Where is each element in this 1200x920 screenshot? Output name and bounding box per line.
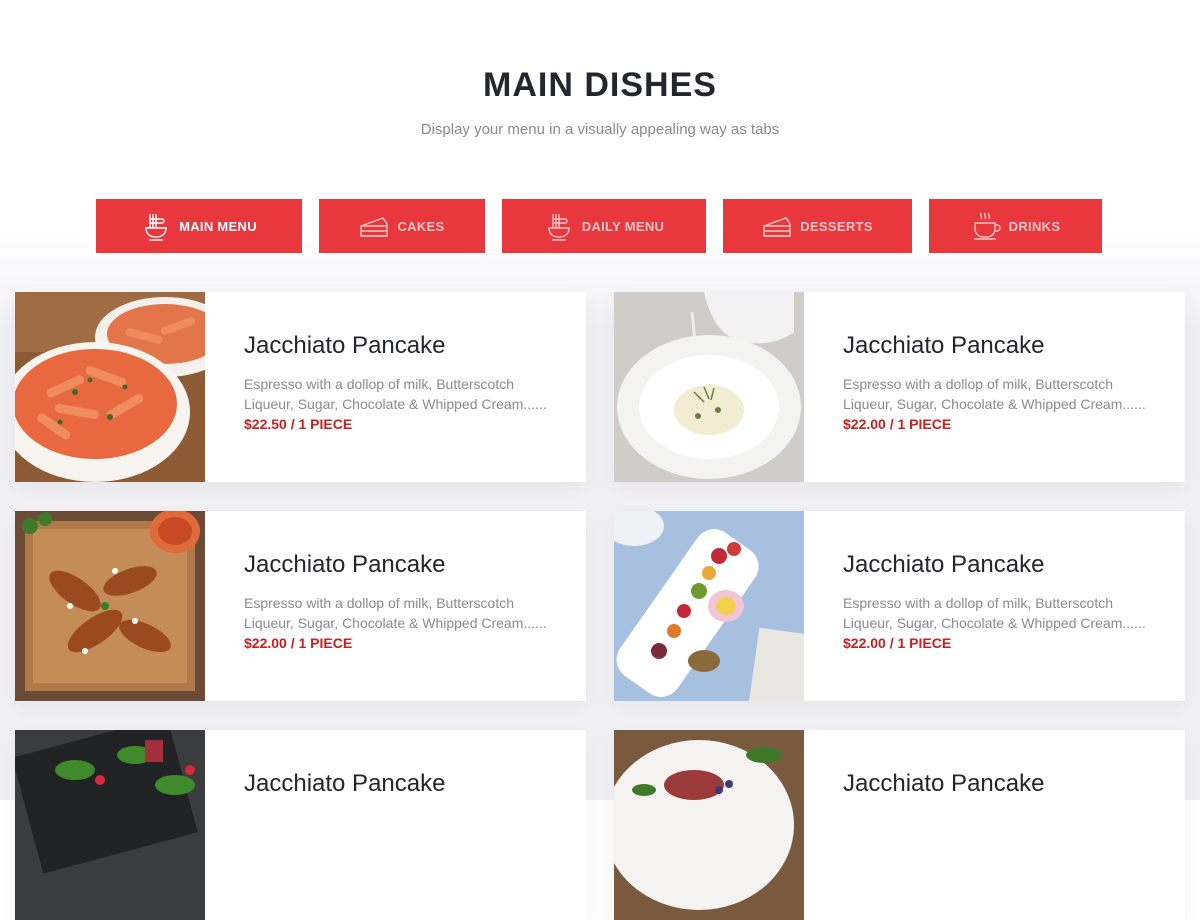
tab-label: CAKES	[397, 218, 445, 234]
sauce-pouring-dish-photo	[614, 292, 804, 482]
tab-label: DRINKS	[1008, 218, 1061, 234]
tab-label: MAIN MENU	[179, 218, 257, 234]
dish-price: $22.00 / 1 PIECE	[244, 635, 353, 651]
penne-pasta-photo	[15, 292, 205, 482]
noodles-icon	[544, 211, 574, 241]
tab-drinks[interactable]: DRINKS	[929, 199, 1102, 253]
salad-photo	[15, 730, 205, 920]
dish-name: Jacchiato Pancake	[843, 770, 1045, 797]
dish-description: Espresso with a dollop of milk, Buttersc…	[843, 376, 1146, 412]
coffee-cup-icon	[971, 211, 1001, 241]
noodles-icon	[141, 211, 171, 241]
menu-grid: Jacchiato Pancake Espresso with a dollop…	[0, 0, 1200, 920]
cake-icon	[762, 211, 792, 241]
menu-item-card[interactable]: Jacchiato Pancake Espresso with a dollop…	[614, 511, 1185, 701]
dish-name: Jacchiato Pancake	[244, 770, 446, 797]
dish-name: Jacchiato Pancake	[244, 551, 446, 578]
steak-plate-photo	[614, 730, 804, 920]
dish-price: $22.50 / 1 PIECE	[244, 416, 353, 432]
cake-icon	[359, 211, 389, 241]
tab-desserts[interactable]: DESSERTS	[723, 199, 912, 253]
dish-price: $22.00 / 1 PIECE	[843, 635, 952, 651]
tab-label: DAILY MENU	[581, 218, 665, 234]
menu-item-card[interactable]: Jacchiato Pancake	[15, 730, 586, 920]
chicken-wings-photo	[15, 511, 205, 701]
tab-daily-menu[interactable]: DAILY MENU	[502, 199, 706, 253]
dish-price: $22.00 / 1 PIECE	[843, 416, 952, 432]
dish-name: Jacchiato Pancake	[843, 551, 1045, 578]
fruit-platter-photo	[614, 511, 804, 701]
menu-item-card[interactable]: Jacchiato Pancake Espresso with a dollop…	[15, 292, 586, 482]
tab-main-menu[interactable]: MAIN MENU	[96, 199, 302, 253]
menu-item-card[interactable]: Jacchiato Pancake	[614, 730, 1185, 920]
tab-cakes[interactable]: CAKES	[319, 199, 485, 253]
dish-description: Espresso with a dollop of milk, Buttersc…	[244, 595, 547, 631]
menu-item-card[interactable]: Jacchiato Pancake Espresso with a dollop…	[614, 292, 1185, 482]
menu-item-card[interactable]: Jacchiato Pancake Espresso with a dollop…	[15, 511, 586, 701]
dish-name: Jacchiato Pancake	[843, 332, 1045, 359]
tab-label: DESSERTS	[800, 218, 873, 234]
menu-tabs: MAIN MENU CAKES DAILY MENU DESSERTS DRIN…	[0, 199, 1200, 253]
dish-description: Espresso with a dollop of milk, Buttersc…	[843, 595, 1146, 631]
dish-name: Jacchiato Pancake	[244, 332, 446, 359]
dish-description: Espresso with a dollop of milk, Buttersc…	[244, 376, 547, 412]
